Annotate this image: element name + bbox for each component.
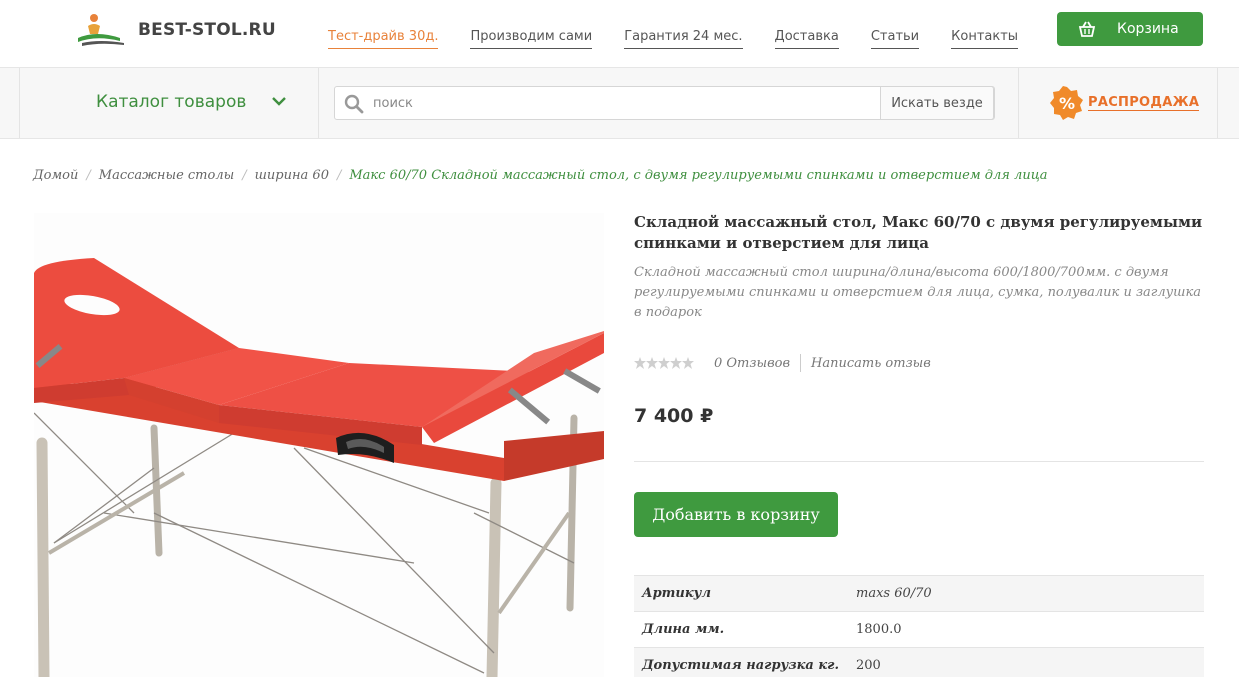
cart-button[interactable]: Корзина — [1057, 12, 1203, 46]
divider — [1018, 68, 1019, 138]
breadcrumb-width-60[interactable]: ширина 60 — [255, 168, 329, 183]
rating-row: 0 Отзывов Написать отзыв — [634, 354, 931, 372]
logo-text: BEST-STOL.RU — [138, 20, 276, 40]
catalog-search-bar: Каталог товаров Искать везде % РАСПРОДАЖ… — [0, 67, 1239, 139]
spec-key: Длина мм. — [642, 622, 725, 637]
divider — [800, 354, 802, 372]
product-description: Складной массажный стол ширина/длина/выс… — [634, 265, 1202, 320]
sale-label: РАСПРОДАЖА — [1088, 95, 1200, 111]
nav-link-own-production[interactable]: Производим сами — [470, 29, 593, 49]
table-row: Длина мм. 1800.0 — [634, 611, 1204, 648]
cart-label: Корзина — [1117, 21, 1179, 37]
rating-stars-icon[interactable] — [634, 357, 694, 369]
divider — [318, 68, 319, 138]
site-logo[interactable]: BEST-STOL.RU — [76, 12, 276, 48]
nav-link-articles[interactable]: Статьи — [870, 29, 920, 49]
top-nav: Тест-драйв 30д. Производим сами Гарантия… — [328, 29, 1050, 49]
add-to-cart-button[interactable]: Добавить в корзину — [634, 492, 838, 537]
table-row: Допустимая нагрузка кг. 200 — [634, 647, 1204, 677]
divider — [634, 461, 1204, 462]
site-header: BEST-STOL.RU Тест-драйв 30д. Производим … — [0, 0, 1239, 68]
specs-table: Артикул maxs 60/70 Длина мм. 1800.0 Допу… — [634, 575, 1204, 677]
search-input[interactable] — [373, 88, 873, 118]
nav-link-delivery[interactable]: Доставка — [774, 29, 839, 49]
write-review-link[interactable]: Написать отзыв — [811, 356, 931, 371]
product-title: Складной массажный стол, Макс 60/70 с дв… — [634, 213, 1203, 252]
spec-key: Допустимая нагрузка кг. — [642, 658, 839, 674]
breadcrumb-home[interactable]: Домой — [33, 168, 78, 183]
reviews-link[interactable]: 0 Отзывов — [714, 356, 790, 371]
catalog-dropdown[interactable]: Каталог товаров — [96, 92, 286, 112]
search-box: Искать везде — [334, 86, 995, 120]
massage-table-illustration — [34, 258, 604, 677]
chevron-down-icon — [272, 97, 286, 106]
breadcrumb-current: Макс 60/70 Складной массажный стол, с дв… — [349, 168, 1048, 183]
spec-value: 1800.0 — [856, 622, 902, 637]
table-row: Артикул maxs 60/70 — [634, 575, 1204, 612]
nav-link-test-drive[interactable]: Тест-драйв 30д. — [328, 29, 439, 49]
nav-link-warranty[interactable]: Гарантия 24 мес. — [624, 29, 743, 49]
product-price: 7 400 ₽ — [634, 405, 714, 427]
logo-icon — [78, 14, 124, 46]
breadcrumb-massage-tables[interactable]: Массажные столы — [99, 168, 234, 183]
breadcrumb-separator: / — [242, 168, 247, 183]
divider — [19, 68, 20, 138]
breadcrumb: Домой / Массажные столы / ширина 60 / Ма… — [33, 168, 1048, 183]
catalog-label: Каталог товаров — [96, 92, 247, 112]
divider — [1217, 68, 1218, 138]
nav-link-contacts[interactable]: Контакты — [951, 29, 1019, 49]
spec-key: Артикул — [642, 586, 711, 601]
svg-text:%: % — [1059, 94, 1075, 113]
sale-link[interactable]: % РАСПРОДАЖА — [1050, 86, 1200, 120]
breadcrumb-separator: / — [336, 168, 342, 183]
search-button[interactable]: Искать везде — [880, 86, 994, 120]
percent-badge-icon: % — [1050, 86, 1083, 120]
spec-value: maxs 60/70 — [856, 586, 932, 601]
search-icon — [344, 94, 364, 114]
basket-icon — [1078, 21, 1096, 37]
breadcrumb-separator: / — [86, 168, 91, 183]
product-image[interactable] — [34, 213, 604, 677]
product-info: Складной массажный стол, Макс 60/70 с дв… — [634, 212, 1204, 677]
spec-value: 200 — [856, 658, 881, 674]
